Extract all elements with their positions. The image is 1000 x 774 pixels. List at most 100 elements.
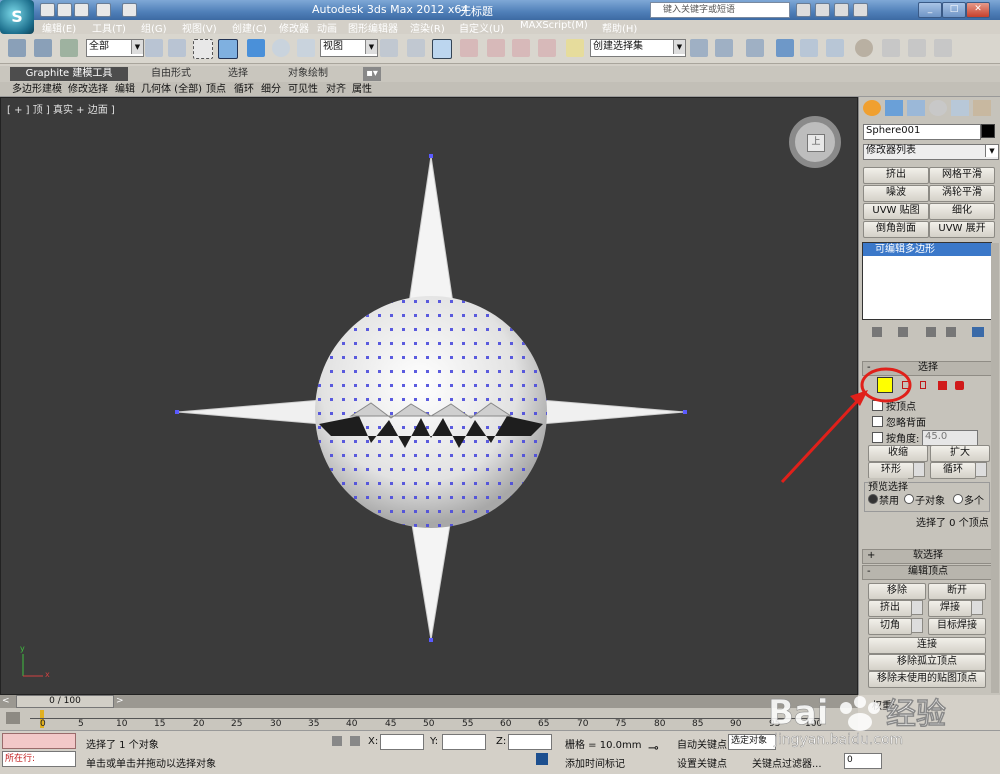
bind-space-warp-icon[interactable] [60,39,78,57]
search-input[interactable]: 键入关键字或短语 [650,2,790,18]
panel-visibility[interactable]: 可见性 [288,83,318,96]
panel-geometry-all[interactable]: 几何体 (全部) [141,83,202,96]
preview-disabled-radio[interactable] [868,494,878,504]
menu-tools[interactable]: 工具(T) [92,20,126,35]
curve-editor-icon[interactable] [800,39,818,57]
mod-meshsmooth-button[interactable]: 网格平滑 [929,167,995,184]
pin-stack-icon[interactable] [872,327,882,337]
panel-vertices[interactable]: 顶点 [206,83,226,96]
mod-tessellate-button[interactable]: 细化 [929,203,995,220]
border-subobject-icon[interactable] [920,381,926,389]
angle-snap-icon[interactable] [487,39,505,57]
minimize-button[interactable]: _ [918,2,942,18]
graphite-toggle-icon[interactable] [776,39,794,57]
object-name-field[interactable]: Sphere001 [863,124,981,140]
edit-named-selection-icon[interactable] [566,39,584,57]
rect-selection-icon[interactable] [193,39,213,59]
close-button[interactable]: ✕ [966,2,990,18]
mirror-icon[interactable] [690,39,708,57]
menu-rendering[interactable]: 渲染(R) [410,20,445,35]
keyboard-shortcut-icon[interactable] [432,39,452,59]
schematic-view-icon[interactable] [826,39,844,57]
prev-frame-icon[interactable]: < [2,696,10,706]
remove-isolated-vertices-button[interactable]: 移除孤立顶点 [868,654,986,671]
align-icon[interactable] [715,39,733,57]
chamfer-vertex-button[interactable]: 切角 [868,618,912,635]
create-tab-icon[interactable] [863,100,881,116]
maxscript-listener[interactable] [2,733,76,749]
panel-edit[interactable]: 编辑 [115,83,135,96]
modify-tab-icon[interactable] [885,100,903,116]
mod-bevel-profile-button[interactable]: 倒角剖面 [863,221,929,238]
render-setup-icon[interactable] [882,39,900,57]
link-icon[interactable] [8,39,26,57]
menu-modifiers[interactable]: 修改器 [279,20,309,35]
spinner-snap-icon[interactable] [538,39,556,57]
sphere-mesh[interactable] [1,98,858,695]
angle-spinner[interactable]: 45.0 [922,430,978,446]
auto-key-button[interactable]: 自动关键点 [677,736,727,751]
mini-curve-editor-icon[interactable] [6,712,20,724]
menu-graph-editors[interactable]: 图形编辑器 [348,20,398,35]
make-unique-icon[interactable] [926,327,936,337]
x-coord-field[interactable] [380,734,424,750]
render-teapot-icon[interactable] [934,39,952,57]
connect-vertex-button[interactable]: 连接 [868,637,986,654]
polygon-subobject-icon[interactable] [938,381,947,390]
panel-subdivision[interactable]: 细分 [261,83,281,96]
ref-coord-dropdown[interactable]: 视图 ▼ [320,39,378,57]
weld-settings-icon[interactable] [971,600,983,615]
tab-object-paint[interactable]: 对象绘制 [288,67,328,81]
menu-maxscript[interactable]: MAXScript(M) [520,20,588,31]
track-bar[interactable]: 0 5 10 15 20 25 30 35 40 45 50 55 60 65 … [0,708,858,730]
set-key-icon[interactable]: ⊸ [648,741,670,756]
grow-button[interactable]: 扩大 [930,445,990,462]
tab-graphite[interactable]: Graphite 建模工具 [10,67,128,81]
hierarchy-tab-icon[interactable] [907,100,925,116]
snap-toggle-icon[interactable] [460,39,478,57]
select-move-icon[interactable] [247,39,265,57]
configure-sets-icon[interactable] [972,327,984,337]
window-crossing-icon[interactable] [218,39,238,59]
extrude-vertex-button[interactable]: 挤出 [868,600,912,617]
mod-uvw-map-button[interactable]: UVW 贴图 [863,203,929,220]
utilities-tab-icon[interactable] [973,100,991,116]
star-icon[interactable] [834,3,849,17]
menu-edit[interactable]: 编辑(E) [42,20,76,35]
tab-selection[interactable]: 选择 [228,67,248,81]
preview-multi-radio[interactable] [953,494,963,504]
time-slider-thumb[interactable]: 0 / 100 [16,695,114,708]
menu-group[interactable]: 组(G) [141,20,167,35]
object-color-swatch[interactable] [981,124,995,138]
preview-subobject-radio[interactable] [904,494,914,504]
save-file-icon[interactable] [74,3,89,17]
manipulate-icon[interactable] [407,39,425,57]
set-key-button[interactable]: 设置关键点 [677,755,727,770]
display-tab-icon[interactable] [951,100,969,116]
ribbon-options-button[interactable]: ▪▾ [363,67,381,81]
time-slider[interactable]: 0 / 100 < > [0,695,858,708]
modifier-stack[interactable]: 可编辑多边形 [862,242,992,320]
mod-unwrap-uvw-button[interactable]: UVW 展开 [929,221,995,238]
unlink-icon[interactable] [34,39,52,57]
new-file-icon[interactable] [40,3,55,17]
maximize-button[interactable]: □ [942,2,966,18]
time-tag-icon[interactable] [536,753,548,765]
modifier-list-dropdown[interactable]: 修改器列表 ▼ [863,144,999,160]
layer-manager-icon[interactable] [746,39,764,57]
select-by-name-icon[interactable] [168,39,186,57]
loop-button[interactable]: 循环 [930,462,976,479]
edit-vertices-rollout-header[interactable]: - 编辑顶点 [862,565,994,580]
top-viewport[interactable]: [ + ] 顶 ] 真实 + 边面 ] 上 x y [0,97,858,695]
menu-customize[interactable]: 自定义(U) [459,20,504,35]
show-end-result-icon[interactable] [898,327,908,337]
stack-item-editable-poly[interactable]: 可编辑多边形 [863,243,991,256]
soft-selection-rollout-header[interactable]: + 软选择 [862,549,994,564]
motion-tab-icon[interactable] [929,100,947,116]
menu-create[interactable]: 创建(C) [232,20,267,35]
panel-loops[interactable]: 循环 [234,83,254,96]
target-weld-button[interactable]: 目标焊接 [928,618,986,635]
panel-align[interactable]: 对齐 [326,83,346,96]
weld-vertex-button[interactable]: 焊接 [928,600,972,617]
mod-noise-button[interactable]: 噪波 [863,185,929,202]
